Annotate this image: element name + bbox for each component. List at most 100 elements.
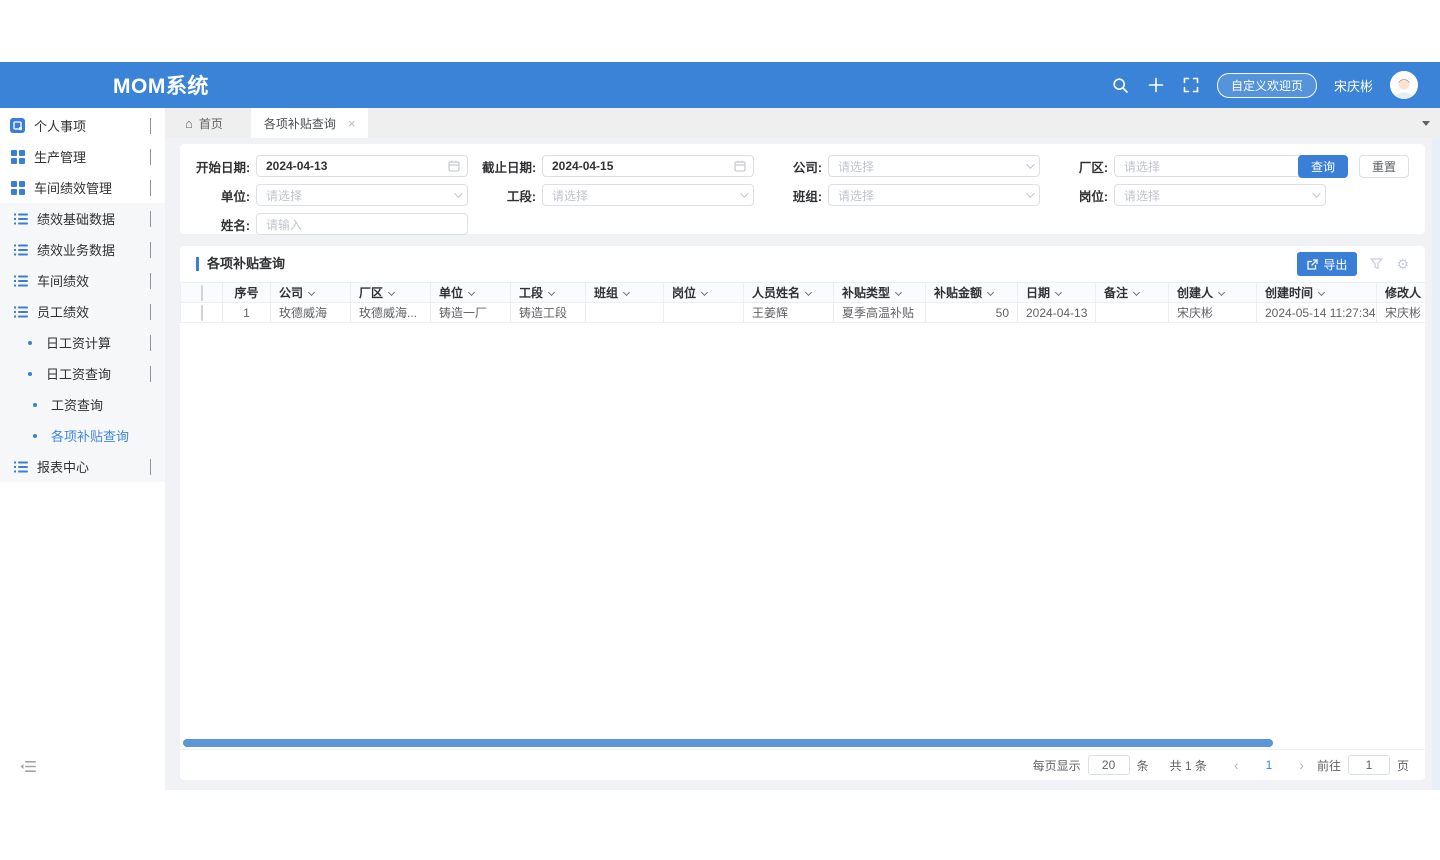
sidebar-item-3[interactable]: 车间绩效管理 xyxy=(0,172,165,203)
column-label: 修改人 xyxy=(1385,286,1421,300)
sort-chevron-icon[interactable] xyxy=(388,289,395,296)
column-header-12[interactable]: 备注 xyxy=(1096,283,1169,303)
filter-label: 工段: xyxy=(482,186,542,205)
tab-active[interactable]: 各项补贴查询 × xyxy=(251,108,369,138)
table-cell: 玫德威海... xyxy=(351,303,431,323)
per-page-input[interactable] xyxy=(1088,755,1130,775)
sort-chevron-icon[interactable] xyxy=(895,289,902,296)
search-icon[interactable] xyxy=(1112,76,1130,94)
column-header-3[interactable]: 厂区 xyxy=(351,283,431,303)
field-placeholder: 请选择 xyxy=(1124,158,1160,175)
column-label: 序号 xyxy=(234,286,258,300)
select-input[interactable]: 请选择 xyxy=(542,184,754,206)
sort-chevron-icon[interactable] xyxy=(1318,289,1325,296)
select-input[interactable]: 请选择 xyxy=(828,184,1040,206)
field-placeholder: 请选择 xyxy=(552,187,588,204)
table-cell: 铸造工段 xyxy=(511,303,586,323)
filter-funnel-icon[interactable] xyxy=(1370,258,1383,270)
current-page[interactable]: 1 xyxy=(1252,758,1287,772)
collapse-sidebar-icon[interactable] xyxy=(20,760,36,778)
sidebar-item-11[interactable]: 各项补贴查询 xyxy=(0,420,165,451)
tab-options-caret-icon[interactable] xyxy=(1422,121,1430,126)
sort-chevron-icon[interactable] xyxy=(805,289,812,296)
table-cell: 2024-05-14 11:27:34 xyxy=(1257,303,1377,323)
sidebar-item-9[interactable]: 日工资查询 xyxy=(0,358,165,389)
dot-icon xyxy=(22,341,37,345)
sidebar-item-label: 车间绩效 xyxy=(37,271,89,290)
column-header-15[interactable]: 修改人 xyxy=(1377,283,1426,303)
sidebar-item-10[interactable]: 工资查询 xyxy=(0,389,165,420)
column-header-7[interactable]: 岗位 xyxy=(664,283,744,303)
date-input[interactable]: 2024-04-15 xyxy=(542,155,754,177)
column-header-13[interactable]: 创建人 xyxy=(1169,283,1257,303)
text-input[interactable]: 请输入 xyxy=(256,213,468,235)
column-header-9[interactable]: 补贴类型 xyxy=(834,283,926,303)
close-tab-icon[interactable]: × xyxy=(348,116,356,131)
sort-chevron-icon[interactable] xyxy=(1055,289,1062,296)
home-icon: ⌂ xyxy=(185,116,193,131)
column-header-5[interactable]: 工段 xyxy=(511,283,586,303)
row-checkbox[interactable] xyxy=(201,305,203,321)
app-logo: MOM系统 xyxy=(113,70,209,100)
column-label: 公司 xyxy=(279,286,303,300)
custom-welcome-button[interactable]: 自定义欢迎页 xyxy=(1217,73,1317,98)
settings-gear-icon[interactable]: ⚙ xyxy=(1396,256,1409,273)
column-header-8[interactable]: 人员姓名 xyxy=(744,283,834,303)
next-page-icon[interactable]: › xyxy=(1293,757,1310,773)
sidebar-item-6[interactable]: 车间绩效 xyxy=(0,265,165,296)
reset-button[interactable]: 重置 xyxy=(1359,155,1409,178)
username[interactable]: 宋庆彬 xyxy=(1334,76,1373,95)
vertical-scrollbar-track[interactable] xyxy=(1432,138,1440,790)
sidebar-item-5[interactable]: 绩效业务数据 xyxy=(0,234,165,265)
main-area: ⌂ 首页 各项补贴查询 × 开始日期:2024-04-13截止日期:2024-0… xyxy=(165,108,1440,790)
goto-page-input[interactable] xyxy=(1348,755,1390,775)
sidebar-item-7[interactable]: 员工绩效 xyxy=(0,296,165,327)
export-button[interactable]: 导出 xyxy=(1297,252,1357,276)
sort-chevron-icon[interactable] xyxy=(308,289,315,296)
sidebar-item-12[interactable]: 报表中心 xyxy=(0,451,165,482)
filter-group: 开始日期:2024-04-13 xyxy=(196,155,468,177)
goto-unit: 页 xyxy=(1397,757,1409,774)
sidebar-item-2[interactable]: 生产管理 xyxy=(0,141,165,172)
search-button[interactable]: 查询 xyxy=(1298,155,1348,178)
sort-chevron-icon[interactable] xyxy=(468,289,475,296)
avatar[interactable] xyxy=(1390,71,1418,99)
sort-chevron-icon[interactable] xyxy=(1218,289,1225,296)
column-header-6[interactable]: 班组 xyxy=(586,283,664,303)
prev-page-icon[interactable]: ‹ xyxy=(1228,757,1245,773)
sidebar-item-label: 报表中心 xyxy=(37,457,89,476)
field-value: 2024-04-13 xyxy=(266,159,327,173)
select-all-checkbox[interactable] xyxy=(181,283,223,303)
sidebar-item-4[interactable]: 绩效基础数据 xyxy=(0,203,165,234)
column-header-11[interactable]: 日期 xyxy=(1018,283,1096,303)
select-input[interactable]: 请选择 xyxy=(256,184,468,206)
column-header-10[interactable]: 补贴金额 xyxy=(926,283,1018,303)
sidebar-item-8[interactable]: 日工资计算 xyxy=(0,327,165,358)
active-tab-label: 各项补贴查询 xyxy=(264,115,336,132)
sort-chevron-icon[interactable] xyxy=(1133,289,1140,296)
checkbox-icon[interactable] xyxy=(201,285,203,301)
table-row[interactable]: 1玫德威海玫德威海...铸造一厂铸造工段王姜辉夏季高温补贴502024-04-1… xyxy=(181,303,1426,323)
date-input[interactable]: 2024-04-13 xyxy=(256,155,468,177)
sort-chevron-icon[interactable] xyxy=(987,289,994,296)
horizontal-scrollbar-thumb[interactable] xyxy=(183,739,1273,747)
column-header-2[interactable]: 公司 xyxy=(271,283,351,303)
sidebar-item-1[interactable]: 个人事项 xyxy=(0,110,165,141)
tab-home[interactable]: ⌂ 首页 xyxy=(185,115,223,132)
column-header-14[interactable]: 创建时间 xyxy=(1257,283,1377,303)
add-icon[interactable] xyxy=(1147,76,1165,94)
per-page-label: 每页显示 xyxy=(1033,757,1081,774)
select-input[interactable]: 请选择 xyxy=(828,155,1040,177)
sort-chevron-icon[interactable] xyxy=(623,289,630,296)
sort-chevron-icon[interactable] xyxy=(701,289,708,296)
export-icon xyxy=(1307,259,1318,270)
page: MOM系统 自定义欢迎页 宋庆彬 个人事项生产管理车间绩效管理绩效基础数据绩效业… xyxy=(0,0,1440,860)
select-input[interactable]: 请选择 xyxy=(1114,184,1326,206)
app-body: 个人事项生产管理车间绩效管理绩效基础数据绩效业务数据车间绩效员工绩效日工资计算日… xyxy=(0,108,1440,790)
select-input[interactable]: 请选择 xyxy=(1114,155,1326,177)
column-header-4[interactable]: 单位 xyxy=(431,283,511,303)
sort-chevron-icon[interactable] xyxy=(548,289,555,296)
filter-label: 姓名: xyxy=(196,215,256,234)
table-cell xyxy=(586,303,664,323)
fullscreen-icon[interactable] xyxy=(1182,76,1200,94)
